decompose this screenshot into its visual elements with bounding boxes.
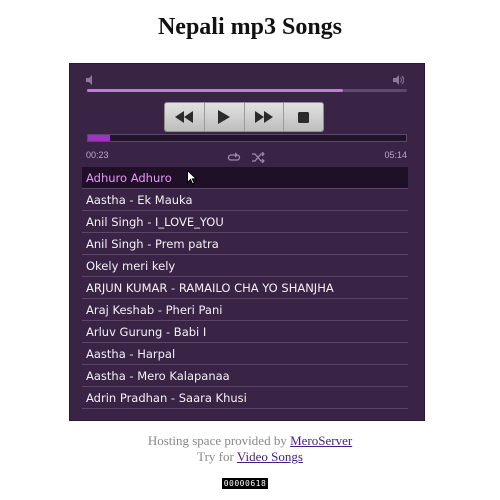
repeat-icon[interactable] (227, 150, 241, 161)
volume-level (87, 89, 343, 92)
playlist-item[interactable]: Okely meri kely (82, 255, 408, 277)
next-button[interactable] (245, 103, 285, 131)
playlist-item[interactable]: Anil Singh - I_LOVE_YOU (82, 211, 408, 233)
playlist-item[interactable]: Aastha - Harpal (82, 343, 408, 365)
playlist-item[interactable]: Aastha - Ek Mauka (82, 189, 408, 211)
hit-counter: 00000618 (222, 478, 268, 489)
volume-slider[interactable] (87, 89, 407, 92)
playlist-item[interactable]: Adrin Pradhan - Saara Khusi (82, 387, 408, 409)
seek-progress (88, 135, 111, 141)
next-icon (254, 111, 273, 123)
playlist-item-active[interactable]: Adhuro Adhuro (82, 167, 408, 189)
shuffle-icon[interactable] (251, 150, 265, 164)
total-time: 05:14 (384, 150, 407, 160)
seek-bar[interactable] (87, 134, 407, 142)
playlist-item[interactable]: ARJUN KUMAR - RAMAILO CHA YO SHANJHA (82, 277, 408, 299)
playlist-item[interactable]: Araj Keshab - Pheri Pani (82, 299, 408, 321)
hosting-line: Hosting space provided by MeroServer (0, 433, 500, 449)
playlist-item[interactable]: Arluv Gurung - Babi I (82, 321, 408, 343)
try-line: Try for Video Songs (0, 449, 500, 465)
previous-icon (175, 111, 194, 123)
play-button[interactable] (205, 103, 245, 131)
playlist: Adhuro Adhuro Aastha - Ek Mauka Anil Sin… (82, 167, 408, 409)
playlist-item[interactable]: Anil Singh - Prem patra (82, 233, 408, 255)
playback-controls (164, 102, 324, 132)
video-songs-link[interactable]: Video Songs (237, 449, 303, 464)
hosting-text: Hosting space provided by (147, 433, 291, 448)
volume-high-icon[interactable] (392, 73, 405, 85)
stop-button[interactable] (284, 103, 323, 131)
footer: Hosting space provided by MeroServer Try… (0, 433, 500, 465)
current-time: 00:23 (86, 150, 109, 160)
mouse-cursor-icon (187, 170, 197, 185)
volume-low-icon[interactable] (85, 73, 97, 85)
play-icon (218, 110, 231, 124)
try-text: Try for (197, 449, 237, 464)
audio-player: 00:23 05:14 Adhuro Adhuro Aastha - Ek Ma… (69, 63, 425, 421)
page-title: Nepali mp3 Songs (157, 14, 343, 40)
meroserver-link[interactable]: MeroServer (290, 433, 352, 448)
previous-button[interactable] (165, 103, 205, 131)
playlist-item[interactable]: Aastha - Mero Kalapanaa (82, 365, 408, 387)
stop-icon (298, 111, 310, 123)
